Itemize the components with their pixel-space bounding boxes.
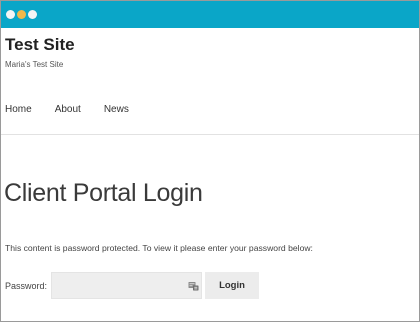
window-titlebar (1, 1, 419, 28)
site-tagline: Maria's Test Site (5, 60, 64, 69)
password-manager-icon[interactable] (188, 281, 199, 291)
password-label: Password: (5, 281, 48, 291)
password-protected-notice: This content is password protected. To v… (5, 243, 313, 253)
nav-item-about[interactable]: About (55, 104, 81, 118)
header-divider (1, 134, 419, 135)
site-title[interactable]: Test Site (5, 35, 75, 55)
nav-item-news[interactable]: News (104, 104, 129, 118)
window-close-dot[interactable] (6, 10, 15, 19)
window-zoom-dot[interactable] (28, 10, 37, 19)
nav-item-home[interactable]: Home (5, 104, 32, 118)
browser-window: Test Site Maria's Test Site Home About N… (0, 0, 420, 322)
window-minimize-dot[interactable] (17, 10, 26, 19)
main-navigation: Home About News (5, 104, 129, 118)
page-title: Client Portal Login (4, 179, 203, 207)
login-button[interactable]: Login (205, 272, 259, 299)
password-input[interactable] (51, 272, 202, 299)
